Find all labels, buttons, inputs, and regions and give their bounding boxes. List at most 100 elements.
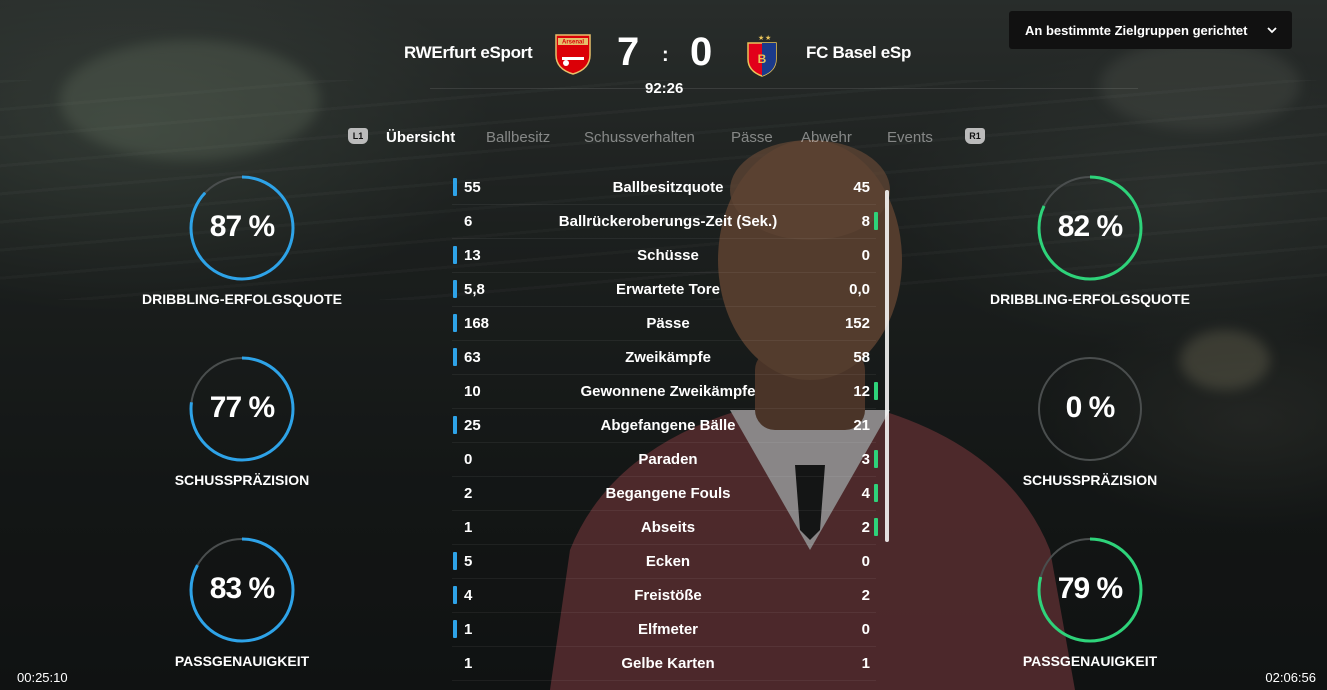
total-duration: 02:06:56	[1265, 670, 1316, 685]
home-leader-bar	[453, 620, 457, 638]
away-stat-value: 8	[861, 213, 870, 230]
crest-text: Arsenal	[562, 40, 584, 46]
ring-label: PASSGENAUIGKEIT	[1022, 653, 1158, 669]
away-stat-value: 0	[861, 621, 870, 638]
home-stat-value: 1	[464, 655, 473, 672]
home-leader-bar	[453, 178, 457, 196]
away-score: 0	[690, 30, 713, 74]
stat-name: Abgefangene Bälle	[600, 417, 736, 434]
ring-label: PASSGENAUIGKEIT	[174, 653, 310, 669]
home-leader-bar	[453, 246, 457, 264]
stats-table: 55 Ballbesitzquote 45 6 Ballrückeroberungs-Z…	[452, 171, 878, 681]
r1-button-icon[interactable]: R1	[965, 128, 985, 144]
away-stat-value: 4	[861, 485, 870, 502]
away-leader-bar	[874, 484, 878, 502]
stat-row: 63 Zweikämpfe 58	[452, 341, 876, 375]
ring-value: 77 %	[209, 391, 275, 424]
home-stat-value: 2	[464, 485, 473, 502]
home-stat-value: 5,8	[464, 281, 485, 298]
tab-events[interactable]: Events	[887, 129, 933, 146]
stat-name: Gelbe Karten	[621, 655, 715, 672]
home-stat-value: 55	[464, 179, 481, 196]
svg-text:★: ★	[765, 34, 771, 42]
ring-label: SCHUSSPRÄZISION	[174, 472, 310, 488]
home-team-name: RWErfurt eSport	[404, 43, 533, 62]
home-stat-value: 6	[464, 213, 473, 230]
home-stat-value: 10	[464, 383, 481, 400]
stat-name: Zweikämpfe	[625, 349, 711, 366]
svg-text:B: B	[758, 52, 767, 66]
away-stat-value: 58	[853, 349, 870, 366]
away-stat-value: 12	[853, 383, 870, 400]
stat-name: Pässe	[646, 315, 690, 332]
home-stat-value: 25	[464, 417, 481, 434]
ring-value: 87 %	[209, 210, 275, 243]
away-stat-value: 152	[844, 315, 870, 332]
home-score: 7	[617, 30, 640, 74]
stat-row: 6 Ballrückeroberungs-Zeit (Sek.) 8	[452, 205, 878, 239]
stat-row: 4 Freistöße 2	[452, 579, 876, 613]
stats-scrollbar[interactable]	[885, 190, 889, 542]
elapsed-time: 00:25:10	[17, 670, 68, 685]
away-leader-bar	[874, 450, 878, 468]
stat-row: 5,8 Erwartete Tore 0,0	[452, 273, 876, 307]
stat-name: Gewonnene Zweikämpfe	[580, 383, 756, 400]
away-stat-value: 45	[853, 179, 870, 196]
stat-row: 25 Abgefangene Bälle 21	[452, 409, 876, 443]
home-leader-bar	[453, 416, 457, 434]
away-stat-value: 2	[861, 519, 870, 536]
home-stat-value: 1	[464, 621, 473, 638]
tab-paesse[interactable]: Pässe	[731, 129, 773, 146]
home-stat-value: 13	[464, 247, 481, 264]
audience-dropdown[interactable]: An bestimmte Zielgruppen gerichtet	[1009, 11, 1292, 49]
audience-dropdown-label: An bestimmte Zielgruppen gerichtet	[1025, 22, 1248, 38]
home-stat-value: 4	[464, 587, 473, 604]
stat-name: Ballrückeroberungs-Zeit (Sek.)	[558, 213, 778, 230]
score-separator: :	[662, 44, 669, 66]
stat-row: 0 Paraden 3	[452, 443, 878, 477]
stat-name: Schüsse	[637, 247, 699, 264]
away-stat-value: 0	[861, 247, 870, 264]
away-team-name: FC Basel eSp	[806, 43, 912, 62]
stat-row: 13 Schüsse 0	[452, 239, 876, 273]
home-stat-value: 1	[464, 519, 473, 536]
ring-value: 83 %	[209, 572, 275, 605]
home-stat-value: 5	[464, 553, 473, 570]
stat-row: 1 Abseits 2	[452, 511, 878, 545]
away-leader-bar	[874, 518, 878, 536]
stat-name: Freistöße	[634, 587, 702, 604]
ring-value: 79 %	[1057, 572, 1123, 605]
svg-text:★: ★	[758, 34, 764, 42]
home-leader-bar	[453, 586, 457, 604]
home-stat-value: 168	[464, 315, 490, 332]
ring-label: DRIBBLING-ERFOLGSQUOTE	[990, 291, 1190, 307]
home-stat-value: 0	[464, 451, 473, 468]
fc-basel-crest-icon: ★ ★ B	[747, 34, 777, 77]
ring-label: DRIBBLING-ERFOLGSQUOTE	[142, 291, 342, 307]
arsenal-crest-icon: Arsenal	[555, 34, 591, 75]
home-leader-bar	[453, 314, 457, 332]
tab-schussverhalten[interactable]: Schussverhalten	[584, 129, 695, 146]
home-leader-bar	[453, 280, 457, 298]
l1-button-icon[interactable]: L1	[348, 128, 368, 144]
home-stat-value: 63	[464, 349, 481, 366]
stat-row: 55 Ballbesitzquote 45	[452, 171, 876, 205]
away-stat-value: 1	[861, 655, 870, 672]
header-divider	[430, 88, 1138, 89]
ring-value: 0 %	[1065, 391, 1116, 424]
tab-ballbesitz[interactable]: Ballbesitz	[486, 129, 550, 146]
away-stat-value: 2	[861, 587, 870, 604]
stat-row: 5 Ecken 0	[452, 545, 876, 579]
away-stat-value: 3	[861, 451, 870, 468]
away-stat-value: 0	[861, 553, 870, 570]
stat-name: Ecken	[645, 553, 691, 570]
tab-abwehr[interactable]: Abwehr	[801, 129, 852, 146]
tab-uebersicht[interactable]: Übersicht	[386, 129, 455, 146]
stat-name: Elfmeter	[637, 621, 699, 638]
stat-name: Ballbesitzquote	[612, 179, 724, 196]
stat-row: 2 Begangene Fouls 4	[452, 477, 878, 511]
ring-label: SCHUSSPRÄZISION	[1022, 472, 1158, 488]
stat-name: Erwartete Tore	[616, 281, 720, 298]
stats-tab-bar: L1 Übersicht Ballbesitz Schussverhalten …	[348, 128, 988, 148]
chevron-down-icon	[1267, 27, 1277, 34]
